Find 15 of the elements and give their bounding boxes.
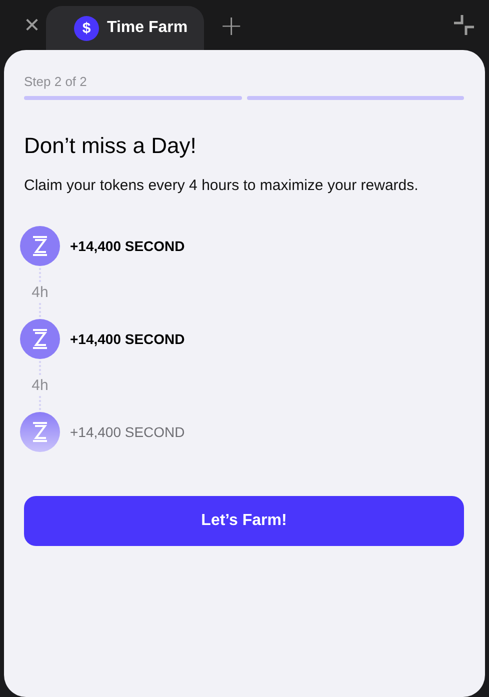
interval-label: 4h [32,377,48,394]
reward-amount: +14,400 SECOND [70,238,185,254]
description: Claim your tokens every 4 hours to maximize your rewards. [24,177,420,194]
tab-title: Time Farm [107,19,188,37]
close-button[interactable]: ✕ [18,13,46,37]
add-tab-button[interactable]: + [220,8,244,42]
farm-button[interactable]: Let’s Farm! [24,496,464,546]
app-tab[interactable]: $ Time Farm [46,6,204,50]
interval-label: 4h [32,284,48,301]
reward-amount: +14,400 SECOND [70,331,185,347]
collapse-icon[interactable] [453,14,475,36]
reward-amount: +14,400 SECOND [70,424,185,440]
step-label: Step 2 of 2 [24,74,87,89]
dollar-icon: $ [74,16,99,40]
title: Don’t miss a Day! [24,133,196,159]
